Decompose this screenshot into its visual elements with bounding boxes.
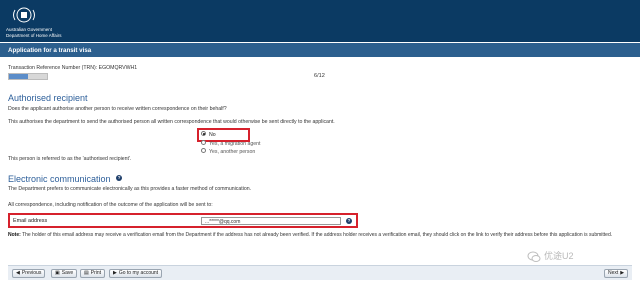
- email-field[interactable]: ...*****@qq.com: [201, 217, 341, 225]
- authorise-explanation: This authorises the department to send t…: [8, 119, 335, 125]
- authorised-recipient-footnote: This person is referred to as the 'autho…: [8, 156, 132, 162]
- coat-of-arms-icon: [6, 4, 42, 26]
- email-label: Email address: [13, 218, 48, 224]
- step-counter: 6/12: [314, 73, 325, 79]
- arrow-left-icon: ◀: [16, 270, 20, 276]
- go-to-account-label: Go to my account: [118, 270, 159, 276]
- footer-toolbar: ◀ Previous ▣ Save ▤ Print ▶ Go to my account…: [8, 265, 632, 280]
- radio-label: Yes, a migration agent: [209, 141, 261, 147]
- progress-fill: [9, 74, 28, 79]
- correspondence-info: All correspondence, including notificati…: [8, 202, 213, 208]
- department-name: Department of Home Affairs: [6, 33, 62, 38]
- save-button[interactable]: ▣ Save: [51, 269, 78, 278]
- note-text: The holder of this email address may rec…: [22, 232, 613, 238]
- watermark: 优途U2: [527, 249, 574, 263]
- radio-unselected-icon[interactable]: [201, 140, 206, 146]
- page-title: Application for a transit visa: [0, 43, 640, 57]
- radio-no[interactable]: No: [201, 131, 321, 140]
- electronic-info: The Department prefers to communicate el…: [8, 186, 252, 192]
- print-label: Print: [90, 270, 102, 276]
- email-row-highlight: Email address ...*****@qq.com ?: [8, 213, 358, 228]
- radio-unselected-icon[interactable]: [201, 148, 206, 154]
- watermark-text: 优途U2: [544, 251, 574, 261]
- print-icon: ▤: [84, 270, 89, 276]
- print-button[interactable]: ▤ Print: [80, 269, 106, 278]
- radio-another-person[interactable]: Yes, another person: [201, 148, 321, 157]
- wechat-logo-icon: [527, 251, 541, 263]
- help-icon[interactable]: ?: [116, 175, 123, 181]
- previous-button[interactable]: ◀ Previous: [12, 269, 46, 278]
- radio-label: No: [209, 132, 216, 138]
- trn-label: Transaction Reference Number (TRN): EGOM…: [8, 65, 138, 71]
- previous-label: Previous: [21, 270, 42, 276]
- next-button[interactable]: Next ▶: [604, 269, 629, 278]
- arrow-right-icon: ▶: [620, 270, 625, 276]
- next-label: Next: [608, 270, 619, 276]
- note-label: Note:: [8, 232, 21, 238]
- progress-bar: [8, 73, 48, 80]
- verification-note: Note: The holder of this email address m…: [8, 232, 632, 239]
- section-heading-electronic-text: Electronic communication: [8, 174, 111, 184]
- go-to-account-button[interactable]: ▶ Go to my account: [109, 269, 163, 278]
- authorise-question: Does the applicant authorise another per…: [8, 106, 227, 112]
- radio-label: Yes, another person: [209, 149, 256, 155]
- section-heading-electronic: Electronic communication ?: [8, 174, 123, 184]
- section-heading-authorised-recipient: Authorised recipient: [8, 93, 88, 103]
- radio-selected-icon[interactable]: [201, 131, 206, 137]
- arrow-right-icon: ▶: [113, 270, 117, 276]
- top-banner: Australian Government Department of Home…: [0, 0, 640, 42]
- save-label: Save: [61, 270, 74, 276]
- radio-migration-agent[interactable]: Yes, a migration agent: [201, 140, 321, 149]
- save-icon: ▣: [55, 270, 60, 276]
- email-help-icon[interactable]: ?: [346, 218, 352, 224]
